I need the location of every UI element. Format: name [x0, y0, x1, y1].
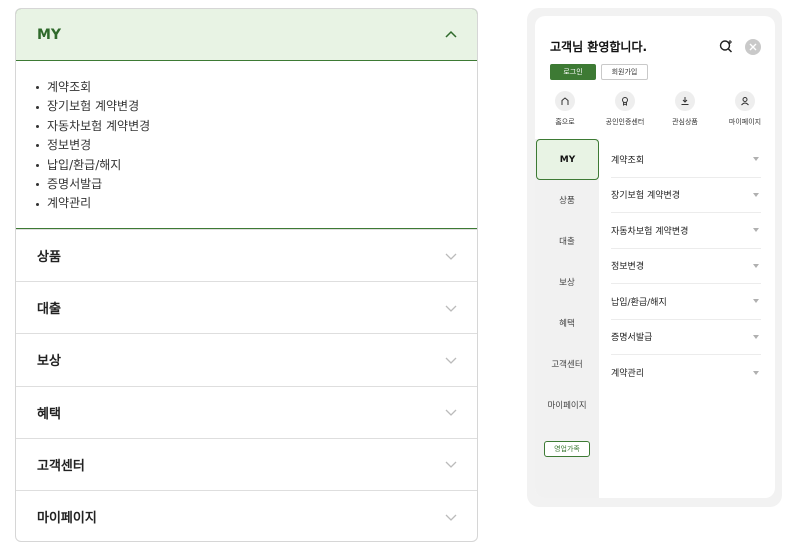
bullet	[36, 183, 39, 187]
side-menu-item-my[interactable]: MY	[536, 139, 599, 180]
quick-link-label: 관심상품	[672, 118, 698, 126]
side-menu-item-products[interactable]: 상품	[535, 190, 599, 210]
list-item[interactable]: 자동차보험 계약변경	[36, 117, 477, 136]
mobile-menu-panel: 고객님 환영합니다. 로그인 회원가입 홈으로 공인인증센터 관심상품 마이페이…	[535, 16, 775, 498]
sub-menu-label: 장기보험 계약변경	[611, 191, 681, 202]
accordion-title: 마이페이지	[37, 511, 97, 527]
caret-down-icon	[753, 263, 759, 268]
accordion-panel-my: 계약조회 장기보험 계약변경 자동차보험 계약변경 정보변경 납입/환급/해지 …	[16, 61, 477, 229]
quick-links: 홈으로 공인인증센터 관심상품 마이페이지	[535, 91, 775, 131]
bullet	[36, 86, 39, 90]
chevron-down-icon	[445, 357, 457, 364]
sales-family-button[interactable]: 영업가족	[544, 441, 590, 457]
accordion-header-benefits[interactable]: 혜택	[16, 385, 477, 438]
quick-link-home[interactable]: 홈으로	[535, 91, 595, 131]
accordion-title: 상품	[37, 250, 61, 266]
accordion-header-claims[interactable]: 보상	[16, 333, 477, 385]
close-icon	[749, 43, 757, 51]
list-item-label: 계약조회	[47, 80, 92, 94]
sub-menu-item[interactable]: 증명서발급	[611, 320, 761, 355]
bullet	[36, 124, 39, 128]
accordion-header-loans[interactable]: 대출	[16, 281, 477, 333]
sub-menu-item[interactable]: 자동차보험 계약변경	[611, 213, 761, 249]
list-item[interactable]: 계약관리	[36, 194, 477, 213]
close-button[interactable]	[745, 39, 761, 55]
chevron-down-icon	[445, 253, 457, 260]
quick-link-label: 공인인증센터	[605, 118, 645, 126]
side-menu-item-claims[interactable]: 보상	[535, 272, 599, 292]
login-button[interactable]: 로그인	[550, 64, 596, 80]
join-button[interactable]: 회원가입	[601, 64, 648, 80]
sub-menu-item[interactable]: 계약조회	[611, 142, 761, 178]
certificate-icon	[615, 91, 635, 111]
sub-menu-item[interactable]: 납입/환급/해지	[611, 284, 761, 320]
bullet	[36, 105, 39, 109]
side-menu-item-customer-center[interactable]: 고객센터	[535, 354, 599, 374]
sub-menu-item[interactable]: 장기보험 계약변경	[611, 178, 761, 213]
side-menu-item-benefits[interactable]: 혜택	[535, 313, 599, 333]
side-menu-item-mypage[interactable]: 마이페이지	[535, 395, 599, 415]
caret-down-icon	[753, 370, 759, 375]
quick-link-label: 홈으로	[555, 118, 575, 126]
list-item-label: 장기보험 계약변경	[47, 99, 140, 114]
list-item-label: 납입/환급/해지	[47, 157, 122, 172]
list-item[interactable]: 정보변경	[36, 136, 477, 155]
chevron-down-icon	[445, 409, 457, 417]
quick-link-favorites[interactable]: 관심상품	[655, 91, 715, 131]
chevron-down-icon	[445, 305, 457, 312]
accordion-title: 혜택	[37, 406, 61, 422]
accordion-title: 대출	[37, 302, 61, 318]
sub-menu-label: 납입/환급/해지	[611, 297, 667, 308]
home-icon	[555, 91, 575, 111]
caret-down-icon	[753, 192, 759, 197]
accordion-header-my[interactable]: MY	[16, 9, 477, 61]
list-item[interactable]: 증명서발급	[36, 175, 477, 194]
bullet	[36, 144, 39, 148]
quick-link-certificate[interactable]: 공인인증센터	[595, 91, 655, 131]
caret-down-icon	[753, 334, 759, 339]
bullet	[36, 163, 39, 167]
sub-menu: 계약조회 장기보험 계약변경 자동차보험 계약변경 정보변경 납입/환급/해지 …	[611, 142, 761, 391]
sub-menu-label: 자동차보험 계약변경	[611, 226, 689, 237]
list-item[interactable]: 납입/환급/해지	[36, 156, 477, 175]
sub-menu-label: 증명서발급	[611, 333, 653, 344]
quick-link-label: 마이페이지	[728, 118, 762, 126]
list-item-label: 정보변경	[47, 138, 92, 153]
user-icon	[735, 91, 755, 111]
sub-menu-label: 계약관리	[611, 369, 645, 380]
list-item-label: 계약관리	[47, 196, 92, 211]
sub-menu-label: 계약조회	[611, 155, 645, 166]
side-menu-item-loans[interactable]: 대출	[535, 231, 599, 251]
list-item[interactable]: 계약조회	[36, 78, 477, 97]
list-item-label: 자동차보험 계약변경	[47, 118, 151, 133]
accordion-menu: MY 계약조회 장기보험 계약변경 자동차보험 계약변경 정보변경 납입/환급/…	[15, 8, 478, 542]
download-icon	[675, 91, 695, 111]
chevron-down-icon	[445, 461, 457, 469]
caret-down-icon	[753, 299, 759, 304]
list-item[interactable]: 장기보험 계약변경	[36, 97, 477, 116]
greeting-text: 고객님 환영합니다.	[550, 40, 648, 54]
accordion-title: 고객센터	[37, 458, 85, 474]
chevron-up-icon	[445, 30, 457, 38]
caret-down-icon	[753, 228, 759, 233]
search-icon[interactable]	[718, 38, 734, 54]
side-menu: MY 상품 대출 보상 혜택 고객센터 마이페이지 영업가족	[535, 139, 599, 498]
sub-menu-label: 정보변경	[611, 262, 645, 273]
list-item-label: 증명서발급	[47, 176, 103, 191]
sub-menu-item[interactable]: 정보변경	[611, 249, 761, 284]
sub-menu-item[interactable]: 계약관리	[611, 355, 761, 391]
accordion-title: MY	[37, 26, 62, 43]
accordion-header-customer-center[interactable]: 고객센터	[16, 437, 477, 490]
quick-link-mypage[interactable]: 마이페이지	[715, 91, 775, 131]
accordion-header-mypage[interactable]: 마이페이지	[16, 489, 477, 541]
chevron-down-icon	[445, 514, 457, 521]
accordion-title: 보상	[37, 354, 61, 370]
bullet	[36, 202, 39, 206]
accordion-header-products[interactable]: 상품	[16, 229, 477, 281]
caret-down-icon	[753, 157, 759, 162]
